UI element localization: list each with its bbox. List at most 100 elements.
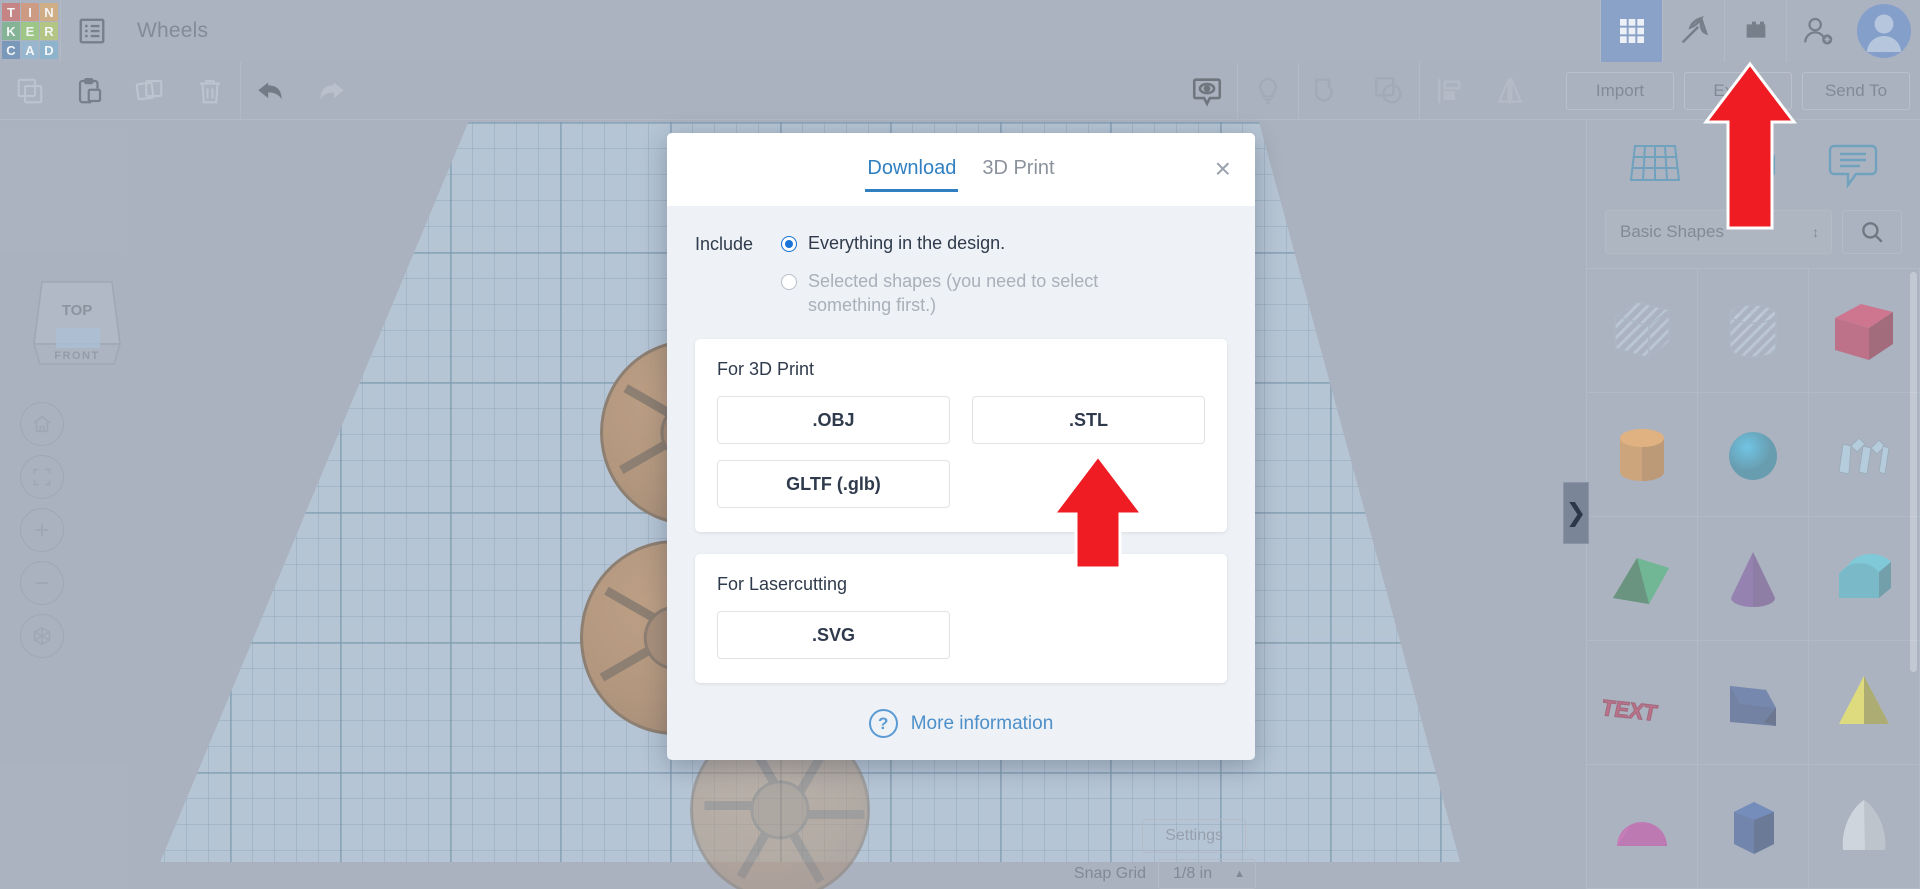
radio-button-selected[interactable]	[781, 236, 798, 252]
sidebar-collapse-handle[interactable]: ❯	[1563, 482, 1589, 544]
more-information-label: More information	[910, 712, 1054, 734]
lego-brick-icon	[1746, 21, 1765, 38]
shape-item-cylinder-hole[interactable]	[1698, 269, 1809, 393]
avatar[interactable]	[1848, 0, 1920, 62]
arrow-pointing-to-stl-button	[1050, 453, 1146, 570]
radio-everything[interactable]: Everything in the design.	[781, 232, 1108, 256]
shape-item-cylinder-orange[interactable]	[1587, 393, 1698, 517]
logo-tile-i: I	[21, 3, 39, 21]
include-radio-group: Everything in the design. Selected shape…	[781, 232, 1108, 317]
shape-item-wedge-navy[interactable]	[1698, 641, 1809, 765]
edit-toolbar: Import Export Send To	[0, 61, 1920, 120]
tab-download[interactable]: Download	[865, 157, 959, 200]
lightbulb-icon[interactable]	[1238, 62, 1298, 120]
undo-icon[interactable]	[241, 62, 301, 120]
shape-item-paraboloid-gray[interactable]	[1809, 765, 1920, 889]
shape-item-box-hole[interactable]	[1587, 269, 1698, 393]
section-lasercutting: For Lasercutting .SVG	[695, 554, 1227, 684]
shape-item-sphere-blue[interactable]	[1698, 393, 1809, 517]
snap-grid-value: 1/8 in	[1172, 865, 1213, 882]
logo-tile-t: T	[2, 3, 20, 21]
export-gltf-button[interactable]: GLTF (.glb)	[717, 460, 950, 509]
tinkercad-logo[interactable]: TIN KER CAD	[0, 0, 60, 62]
eye-view-icon[interactable]	[1177, 62, 1237, 120]
home-view-icon[interactable]	[20, 402, 64, 446]
import-button[interactable]: Import	[1566, 71, 1674, 110]
section-3d-print: For 3D Print .OBJ .STL GLTF (.glb)	[695, 339, 1227, 533]
shape-item-box-red[interactable]	[1809, 269, 1920, 393]
snap-grid-label: Snap Grid	[1073, 865, 1146, 882]
grid-gallery-icon	[1619, 19, 1644, 43]
logo-tile-k: K	[2, 22, 20, 40]
include-row: Include Everything in the design. Select…	[695, 232, 1227, 317]
ungroup-icon[interactable]	[1359, 62, 1419, 120]
shape-item-scribble-lightblue[interactable]	[1809, 393, 1920, 517]
redo-icon[interactable]	[301, 62, 361, 120]
arrow-pointing-to-export-button	[1702, 61, 1798, 230]
shape-item-halfcylinder-teal[interactable]	[1809, 517, 1920, 641]
tinkercad-app: TOP FRONT Settings Snap Grid 1/8 in ▲ ❯ …	[0, 0, 1920, 889]
paste-icon[interactable]	[60, 62, 120, 120]
logo-tile-c: C	[2, 41, 20, 59]
caret-up-icon: ▲	[1234, 868, 1245, 880]
snap-grid-control: Snap Grid 1/8 in ▲	[1074, 859, 1256, 889]
invite-button[interactable]	[1786, 0, 1848, 62]
gallery-button[interactable]	[1600, 0, 1662, 62]
shape-item-pyramid-yellow[interactable]	[1809, 641, 1920, 765]
radio-selected-shapes: Selected shapes (you need to select some…	[781, 270, 1108, 318]
notes-icon[interactable]	[1820, 134, 1886, 196]
zoom-out-icon[interactable]	[20, 561, 64, 605]
fit-to-view-icon[interactable]	[20, 455, 64, 499]
shape-item-halfsphere-magenta[interactable]	[1587, 765, 1698, 889]
mirror-icon[interactable]	[1480, 62, 1540, 120]
list-panel-icon	[79, 18, 105, 44]
radio-label: Selected shapes (you need to select some…	[808, 270, 1099, 315]
export-svg-button[interactable]: .SVG	[717, 611, 950, 660]
logo-tile-a: A	[21, 41, 39, 59]
logo-tile-r: R	[40, 22, 58, 40]
document-title[interactable]: Wheels	[137, 19, 208, 43]
top-bar: TIN KER CAD Wheels	[0, 0, 1920, 62]
perspective-toggle-icon[interactable]	[20, 614, 64, 658]
shape-item-roof-green[interactable]	[1587, 517, 1698, 641]
export-obj-button[interactable]: .OBJ	[717, 396, 950, 445]
shape-search-button[interactable]	[1842, 210, 1902, 254]
search-icon	[1862, 222, 1883, 243]
more-information-link[interactable]: ? More information	[695, 709, 1227, 739]
logo-tile-n: N	[40, 3, 58, 21]
logo-tile-d: D	[40, 41, 58, 59]
section-title: For 3D Print	[717, 359, 815, 380]
shape-item-polygon-blue[interactable]	[1698, 765, 1809, 889]
include-label: Include	[695, 234, 754, 254]
duplicate-icon[interactable]	[120, 62, 180, 120]
align-icon[interactable]	[1420, 62, 1480, 120]
pickaxe-icon	[1681, 15, 1708, 44]
view-cube[interactable]: TOP FRONT	[22, 270, 132, 375]
sidebar-scrollbar[interactable]	[1910, 272, 1917, 672]
shapes-sidebar: Basic Shapes ↕ TEXT	[1586, 120, 1920, 889]
trash-icon[interactable]	[180, 62, 240, 120]
shape-item-text-red[interactable]: TEXT	[1587, 641, 1698, 765]
project-panel-toggle[interactable]	[61, 0, 123, 62]
question-circle-icon: ?	[868, 709, 898, 739]
logo-tile-e: E	[21, 22, 39, 40]
shape-grid: TEXT	[1587, 268, 1920, 889]
group-icon[interactable]	[1299, 62, 1359, 120]
blocks-button[interactable]	[1724, 0, 1786, 62]
zoom-in-icon[interactable]	[20, 508, 64, 552]
close-icon[interactable]: ×	[1215, 155, 1231, 183]
dialog-body: Include Everything in the design. Select…	[667, 206, 1255, 739]
section-title: For Lasercutting	[717, 574, 848, 595]
view-navigation-controls	[20, 402, 64, 658]
settings-button[interactable]: Settings	[1142, 819, 1246, 853]
sendto-button[interactable]: Send To	[1802, 71, 1910, 110]
radio-button-disabled	[781, 273, 798, 290]
snap-grid-select[interactable]: 1/8 in ▲	[1157, 859, 1256, 889]
codeblocks-button[interactable]	[1662, 0, 1724, 62]
shape-item-cone-purple[interactable]	[1698, 517, 1809, 641]
dialog-tabs: Download 3D Print ×	[667, 133, 1255, 206]
copy-icon[interactable]	[0, 62, 60, 120]
tab-3d-print[interactable]: 3D Print	[982, 157, 1054, 200]
export-stl-button[interactable]: .STL	[972, 396, 1205, 445]
workplane-icon[interactable]	[1622, 134, 1688, 196]
